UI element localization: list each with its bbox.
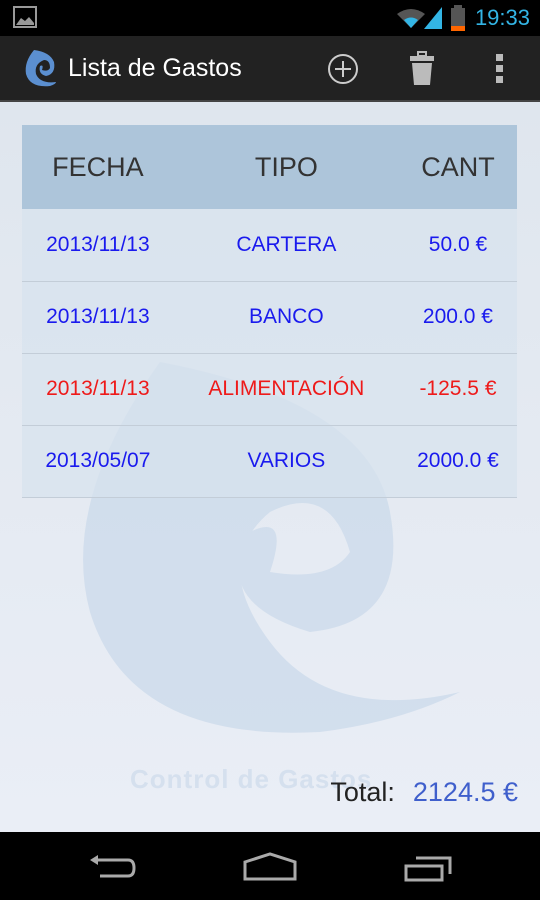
cell-date: 2013/11/13 xyxy=(22,281,174,354)
cell-date: 2013/11/13 xyxy=(22,353,174,426)
cell-amount: -125.5 € xyxy=(398,353,517,426)
cell-date: 2013/11/13 xyxy=(22,209,174,282)
table-row[interactable]: 2013/05/07 VARIOS 2000.0 € xyxy=(22,425,517,498)
image-notification-icon xyxy=(13,6,37,28)
cell-amount: 50.0 € xyxy=(398,209,517,282)
overflow-menu-icon[interactable] xyxy=(495,53,505,85)
recent-apps-icon[interactable] xyxy=(404,854,454,882)
cell-amount: 2000.0 € xyxy=(398,425,517,498)
cell-amount: 200.0 € xyxy=(398,281,517,354)
table-header: FECHA TIPO CANT xyxy=(22,125,517,209)
clock: 19:33 xyxy=(474,5,530,30)
table-row[interactable]: 2013/11/13 ALIMENTACIÓN -125.5 € xyxy=(22,353,517,426)
action-bar: Lista de Gastos xyxy=(0,36,540,102)
app-logo-icon[interactable] xyxy=(20,48,58,88)
trash-icon[interactable] xyxy=(409,51,435,85)
signal-icon xyxy=(424,7,442,29)
add-icon[interactable] xyxy=(327,53,359,85)
total: Total: 2124.5 € xyxy=(330,777,518,808)
header-tipo[interactable]: TIPO xyxy=(173,125,399,209)
table-row[interactable]: 2013/11/13 CARTERA 50.0 € xyxy=(22,209,517,282)
header-cant[interactable]: CANT xyxy=(398,125,517,209)
battery-low-icon xyxy=(451,5,465,31)
cell-type: BANCO xyxy=(173,281,399,354)
header-fecha[interactable]: FECHA xyxy=(22,125,174,209)
page-title: Lista de Gastos xyxy=(68,54,242,82)
content: Control de Gastos FECHA TIPO CANT 2013/1… xyxy=(0,102,540,832)
wifi-icon xyxy=(397,9,425,28)
back-icon[interactable] xyxy=(88,854,138,880)
cell-type: ALIMENTACIÓN xyxy=(173,353,399,426)
cell-type: VARIOS xyxy=(173,425,399,498)
cell-date: 2013/05/07 xyxy=(22,425,174,498)
status-bar: 19:33 xyxy=(0,0,540,36)
cell-type: CARTERA xyxy=(173,209,399,282)
table-row[interactable]: 2013/11/13 BANCO 200.0 € xyxy=(22,281,517,354)
home-icon[interactable] xyxy=(243,852,297,882)
total-label: Total: xyxy=(330,777,395,807)
navigation-bar xyxy=(0,832,540,900)
total-value: 2124.5 € xyxy=(412,777,518,807)
expenses-table: FECHA TIPO CANT 2013/11/13 CARTERA 50.0 € … xyxy=(22,125,517,498)
